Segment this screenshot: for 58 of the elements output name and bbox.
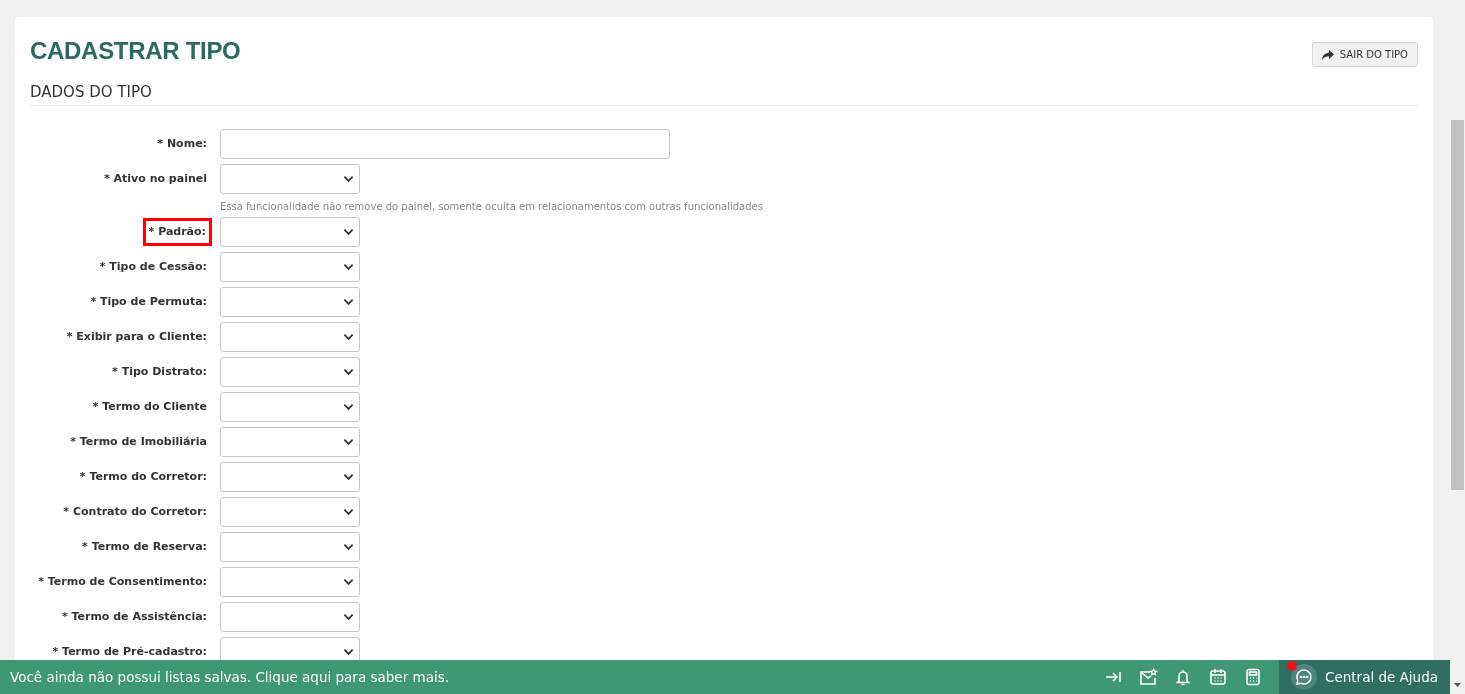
select-field[interactable] [220, 322, 360, 352]
field-label: * Exibir para o Cliente: [65, 329, 208, 345]
scroll-down-icon[interactable] [1454, 683, 1461, 687]
chevron-down-icon [343, 403, 354, 411]
page-title: CADASTRAR TIPO [30, 37, 241, 65]
select-field[interactable] [220, 164, 360, 194]
select-field[interactable] [220, 567, 360, 597]
field-label: * Termo de Pré-cadastro: [51, 644, 208, 660]
select-field[interactable] [220, 427, 360, 457]
chevron-down-icon [343, 298, 354, 306]
field-label: * Termo do Corretor: [78, 469, 208, 485]
field-label: * Contrato do Corretor: [62, 504, 208, 520]
scrollbar-thumb[interactable] [1451, 120, 1464, 490]
help-center-button[interactable]: Central de Ajuda [1279, 660, 1450, 694]
chat-bubble-icon [1291, 664, 1317, 690]
section-heading: DADOS DO TIPO [30, 83, 1418, 106]
field-label: * Termo de Assistência: [60, 609, 208, 625]
field-hint: Essa funcionalidade não remove do painel, somente oculta em relacionamentos com outras funcionalidades [220, 201, 764, 212]
select-field[interactable] [220, 357, 360, 387]
select-field[interactable] [220, 462, 360, 492]
chevron-down-icon [343, 613, 354, 621]
text-input-field[interactable] [220, 129, 670, 159]
chevron-down-icon [343, 228, 354, 236]
chevron-down-icon [343, 175, 354, 183]
select-field[interactable] [220, 637, 360, 660]
chevron-down-icon [343, 473, 354, 481]
select-field[interactable] [220, 602, 360, 632]
chevron-down-icon [343, 333, 354, 341]
calendar-icon[interactable] [1208, 667, 1228, 687]
select-field[interactable] [220, 392, 360, 422]
saved-lists-link[interactable]: Você ainda não possui listas salvas. Clique aqui para saber mais. [0, 660, 1103, 694]
field-label: * Tipo de Cessão: [98, 259, 208, 275]
field-label: * Tipo Distrato: [111, 364, 208, 380]
chevron-down-icon [343, 578, 354, 586]
field-label: * Padrão: [144, 220, 210, 244]
envelope-star-icon[interactable] [1138, 667, 1158, 687]
chevron-down-icon [343, 368, 354, 376]
bell-icon[interactable] [1173, 667, 1193, 687]
select-field[interactable] [220, 252, 360, 282]
chevron-down-icon [343, 438, 354, 446]
field-label: * Termo de Consentimento: [37, 574, 208, 590]
exit-button[interactable]: SAIR DO TIPO [1311, 42, 1418, 67]
field-label: * Tipo de Permuta: [89, 294, 208, 310]
share-arrow-icon [1321, 49, 1334, 60]
field-label: * Termo de Imobiliária [69, 434, 208, 450]
select-field[interactable] [220, 287, 360, 317]
chevron-down-icon [343, 263, 354, 271]
field-label: * Ativo no painel [102, 171, 208, 187]
select-field[interactable] [220, 497, 360, 527]
select-field[interactable] [220, 217, 360, 247]
field-label: * Nome: [156, 136, 208, 152]
chevron-down-icon [343, 648, 354, 656]
field-label: * Termo de Reserva: [81, 539, 208, 555]
field-label: * Termo do Cliente [91, 399, 208, 415]
chevron-down-icon [343, 508, 354, 516]
chevron-down-icon [343, 543, 354, 551]
select-field[interactable] [220, 532, 360, 562]
calculator-icon[interactable] [1243, 667, 1263, 687]
